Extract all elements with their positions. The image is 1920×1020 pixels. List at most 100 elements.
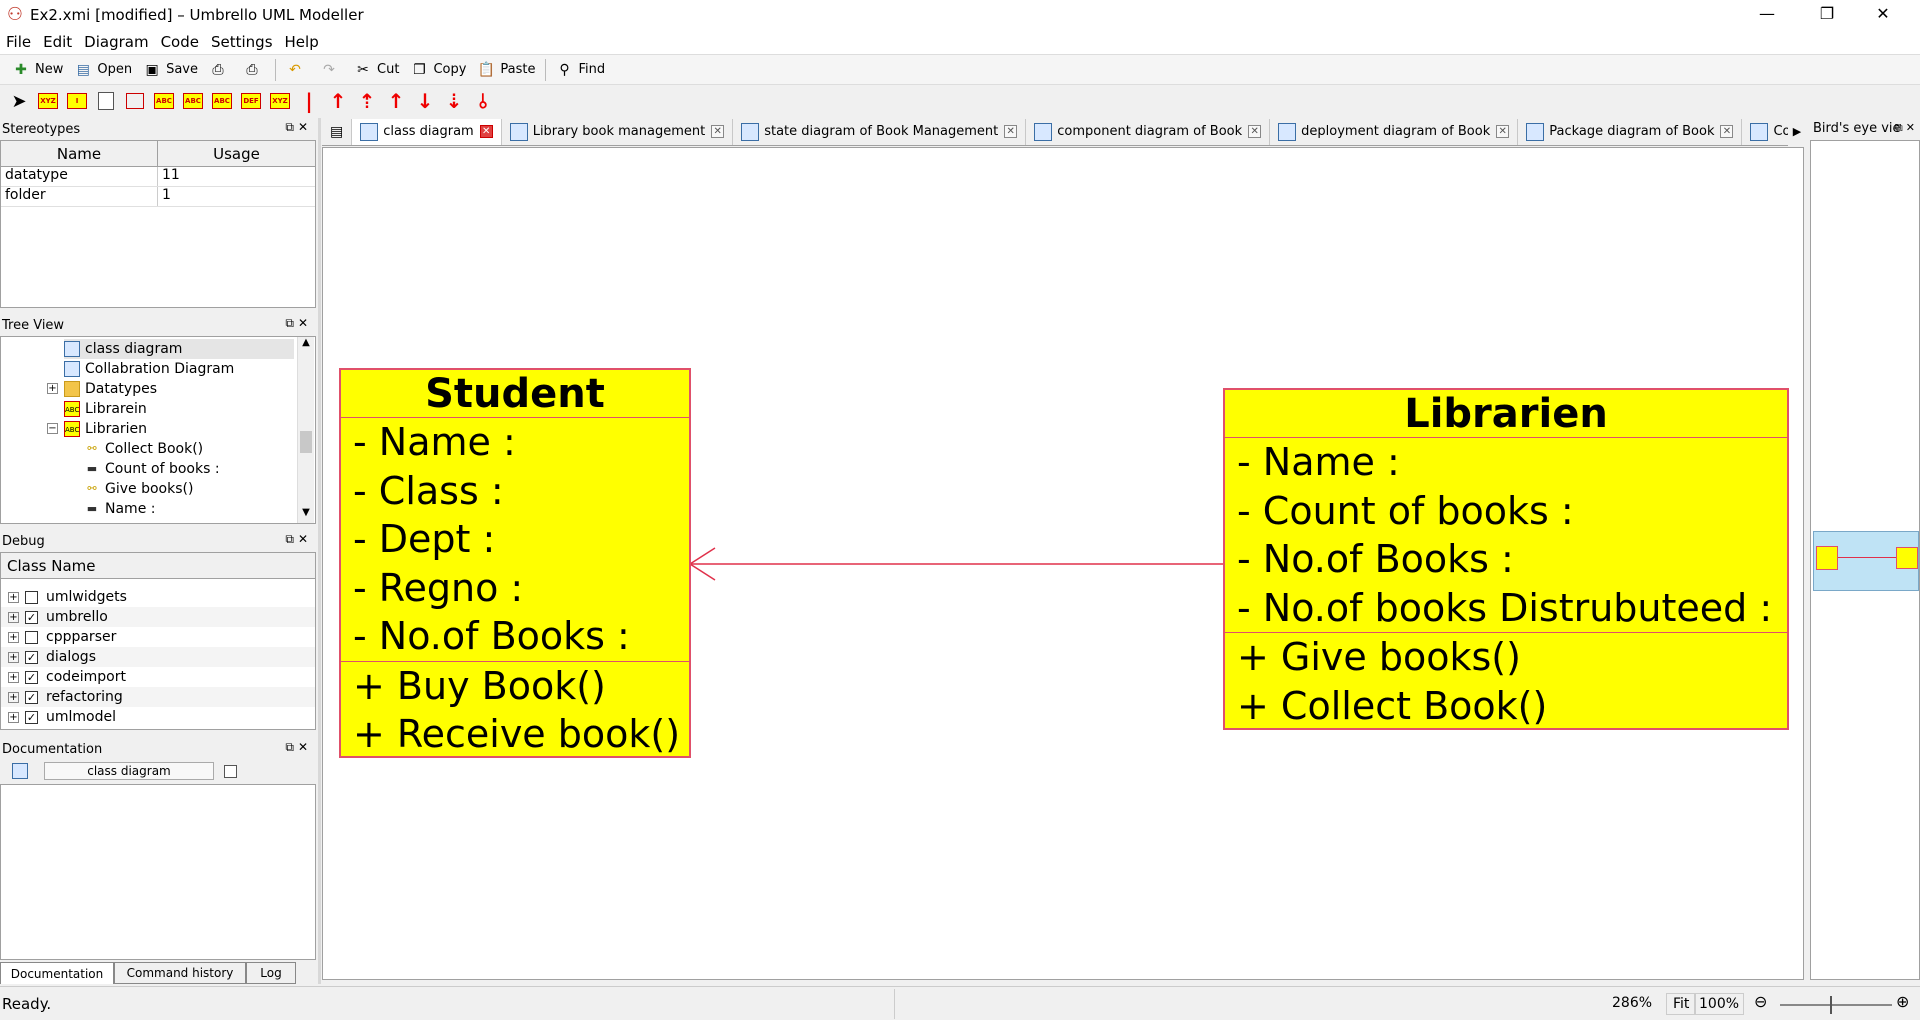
- class-librarien[interactable]: Librarien - Name : - Count of books : - …: [1223, 388, 1789, 730]
- zoom-slider[interactable]: [1780, 996, 1892, 1014]
- close-tab-icon[interactable]: ✕: [1720, 125, 1734, 138]
- close-tab-icon[interactable]: ✕: [1496, 125, 1510, 138]
- documentation-textarea[interactable]: [0, 784, 316, 960]
- documentation-checkbox[interactable]: [224, 764, 237, 778]
- zoom-slider-handle[interactable]: [1830, 996, 1832, 1014]
- tree-item-count-of-books[interactable]: ▬ Count of books :: [84, 459, 220, 479]
- note-tool[interactable]: [93, 88, 119, 114]
- tab-component-diagram[interactable]: component diagram of Book ✕: [1026, 118, 1271, 145]
- diagram-canvas[interactable]: Student - Name : - Class : - Dept : - Re…: [322, 147, 1804, 980]
- template-tool[interactable]: XYZ: [267, 88, 293, 114]
- redo-button[interactable]: ↷: [314, 57, 348, 83]
- box-tool[interactable]: [122, 88, 148, 114]
- composition-tool[interactable]: ⇣: [441, 88, 467, 114]
- tree-scrollbar[interactable]: ▲ ▼: [297, 337, 314, 523]
- col-usage-header[interactable]: Usage: [158, 141, 315, 166]
- close-tab-icon[interactable]: ✕: [479, 125, 493, 138]
- select-tool[interactable]: ➤: [6, 88, 32, 114]
- menu-code[interactable]: Code: [155, 33, 205, 51]
- expand-icon[interactable]: +: [8, 631, 19, 643]
- menu-file[interactable]: File: [0, 33, 37, 51]
- new-button[interactable]: ✚ New: [6, 57, 68, 83]
- birdseye-viewport[interactable]: [1813, 531, 1919, 591]
- tree-item-collect-book[interactable]: ⚯ Collect Book(): [84, 439, 203, 459]
- close-button[interactable]: ✕: [1856, 0, 1910, 30]
- zoom-fit-button[interactable]: Fit: [1666, 993, 1697, 1015]
- class-student[interactable]: Student - Name : - Class : - Dept : - Re…: [339, 368, 691, 758]
- checkbox[interactable]: ✓: [25, 670, 38, 684]
- cut-button[interactable]: ✂ Cut: [348, 57, 404, 83]
- tree-item-librarien[interactable]: ABC Librarien: [64, 419, 147, 439]
- entity-tool[interactable]: DEF: [238, 88, 264, 114]
- list-item[interactable]: + cppparser: [1, 627, 315, 647]
- containment-tool[interactable]: ⫰: [470, 88, 496, 114]
- save-button[interactable]: ▣ Save: [137, 57, 203, 83]
- col-name-header[interactable]: Name: [1, 141, 158, 166]
- tab-log[interactable]: Log: [246, 962, 296, 984]
- panel-float-close-icons[interactable]: ⧉✕: [285, 120, 312, 135]
- list-item[interactable]: + ✓ umlmodel: [1, 707, 315, 727]
- open-button[interactable]: ▤ Open: [68, 57, 137, 83]
- tree-item-name[interactable]: ▬ Name :: [84, 499, 156, 519]
- print-button[interactable]: ⎙: [203, 57, 237, 83]
- aggregation-tool[interactable]: ↓: [412, 88, 438, 114]
- tab-documentation[interactable]: Documentation: [0, 962, 114, 984]
- dependency-tool[interactable]: ⇡: [354, 88, 380, 114]
- menu-settings[interactable]: Settings: [205, 33, 279, 51]
- dock-splitter[interactable]: [318, 118, 321, 984]
- documentation-field[interactable]: class diagram: [44, 762, 214, 780]
- menu-help[interactable]: Help: [279, 33, 325, 51]
- datatype-tool[interactable]: ABC: [151, 88, 177, 114]
- print-preview-button[interactable]: ⎙: [237, 57, 271, 83]
- tab-library-book-management[interactable]: Library book management ✕: [502, 118, 734, 145]
- expand-icon[interactable]: +: [8, 591, 19, 603]
- checkbox[interactable]: ✓: [25, 610, 38, 624]
- list-item[interactable]: + ✓ umbrello: [1, 607, 315, 627]
- close-tab-icon[interactable]: ✕: [711, 125, 725, 138]
- expand-icon[interactable]: +: [8, 691, 19, 703]
- tree-item-give-books[interactable]: ⚯ Give books(): [84, 479, 193, 499]
- scroll-down-icon[interactable]: ▼: [298, 507, 314, 523]
- enum-tool[interactable]: ABC: [180, 88, 206, 114]
- list-item[interactable]: + ✓ codeimport: [1, 667, 315, 687]
- tree-item-class-diagram[interactable]: class diagram: [64, 339, 294, 359]
- menu-edit[interactable]: Edit: [37, 33, 78, 51]
- expand-icon[interactable]: +: [8, 651, 19, 663]
- package-tool[interactable]: ABC: [209, 88, 235, 114]
- checkbox[interactable]: [25, 590, 38, 604]
- new-tab-button[interactable]: ▤: [322, 118, 353, 145]
- checkbox[interactable]: ✓: [25, 650, 38, 664]
- zoom-out-icon[interactable]: ⊖: [1754, 992, 1767, 1011]
- find-button[interactable]: ⚲ Find: [550, 57, 611, 83]
- association-tool[interactable]: ↑: [383, 88, 409, 114]
- paste-button[interactable]: 📋 Paste: [471, 57, 540, 83]
- tab-state-diagram[interactable]: state diagram of Book Management ✕: [733, 118, 1027, 145]
- birdseye-view[interactable]: [1810, 140, 1920, 980]
- panel-float-close-icons[interactable]: ⧉✕: [285, 532, 312, 547]
- panel-float-close-icons[interactable]: ⧉✕: [1895, 121, 1918, 135]
- scroll-up-icon[interactable]: ▲: [298, 337, 314, 353]
- tab-package-diagram[interactable]: Package diagram of Book ✕: [1518, 118, 1743, 145]
- list-item[interactable]: + ✓ dialogs: [1, 647, 315, 667]
- tab-partial[interactable]: Co: [1742, 119, 1788, 145]
- expand-icon[interactable]: +: [47, 383, 58, 394]
- checkbox[interactable]: ✓: [25, 710, 38, 724]
- tree-item-datatypes[interactable]: Datatypes: [64, 379, 157, 399]
- tree-item-librarein[interactable]: ABC Librarein: [64, 399, 147, 419]
- tab-deployment-diagram[interactable]: deployment diagram of Book ✕: [1270, 118, 1519, 145]
- class-tool[interactable]: XYZ: [35, 88, 61, 114]
- close-tab-icon[interactable]: ✕: [1248, 125, 1262, 138]
- collapse-icon[interactable]: −: [47, 423, 58, 434]
- close-tab-icon[interactable]: ✕: [1004, 125, 1018, 138]
- list-item[interactable]: + umlwidgets: [1, 587, 315, 607]
- restore-button[interactable]: ❐: [1800, 0, 1854, 30]
- table-row[interactable]: folder 1: [1, 187, 315, 207]
- tab-class-diagram[interactable]: class diagram ✕: [352, 118, 502, 145]
- generalization-tool[interactable]: ↑: [325, 88, 351, 114]
- zoom-100-button[interactable]: 100%: [1694, 993, 1745, 1015]
- debug-col-header[interactable]: Class Name: [1, 553, 315, 579]
- panel-float-close-icons[interactable]: ⧉✕: [285, 740, 312, 755]
- expand-icon[interactable]: +: [8, 671, 19, 683]
- checkbox[interactable]: ✓: [25, 690, 38, 704]
- tab-command-history[interactable]: Command history: [114, 962, 246, 984]
